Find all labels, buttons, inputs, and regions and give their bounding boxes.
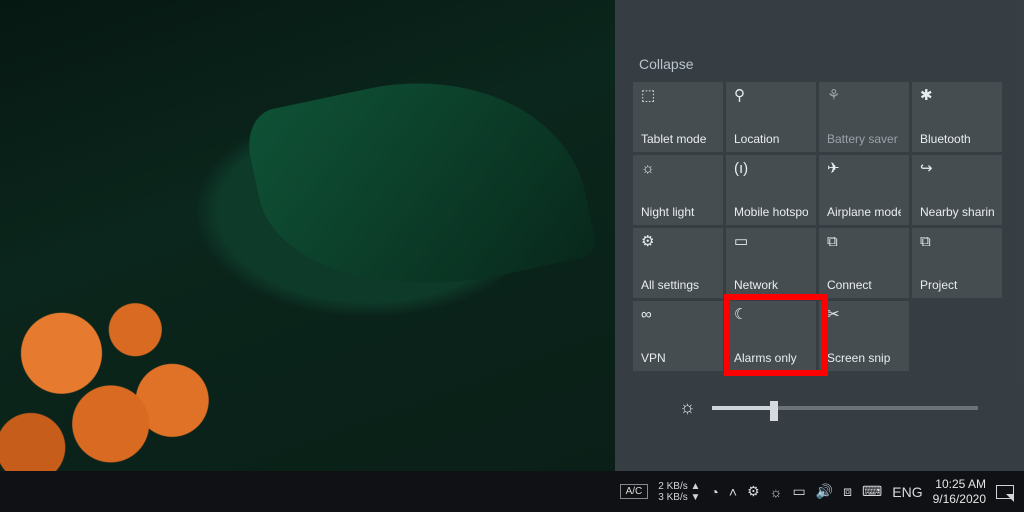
tile-label: Project [920,278,994,292]
tile-label: Tablet mode [641,132,715,146]
tile-network[interactable]: ▭ Network [726,228,816,298]
tile-nearby-sharing[interactable]: ↪ Nearby sharing [912,155,1002,225]
tile-label: Network [734,278,808,292]
net-down: 3 KB/s ▼ [658,492,700,503]
tile-label: Screen snip [827,351,901,365]
tile-label: Battery saver [827,132,901,146]
gear-icon: ⚙ [641,234,715,249]
tray-pie-icon[interactable]: ◔ [710,484,718,500]
action-center-button[interactable] [996,485,1014,499]
tray-wifi-icon[interactable]: ⚙ [747,483,760,500]
share-icon: ↪ [920,161,994,176]
moon-icon: ☾ [734,307,808,322]
tile-airplane-mode[interactable]: ✈ Airplane mode [819,155,909,225]
snip-icon: ✂ [827,307,901,322]
hotspot-icon: (ı) [734,161,808,176]
language-indicator[interactable]: ENG [892,484,922,500]
bluetooth-icon: ✱ [920,88,994,103]
tile-label: Bluetooth [920,132,994,146]
tile-screen-snip[interactable]: ✂ Screen snip [819,301,909,371]
tray-chevron-up-icon[interactable]: ˄ [729,484,737,500]
tile-bluetooth[interactable]: ✱ Bluetooth [912,82,1002,152]
tile-project[interactable]: ⧉ Project [912,228,1002,298]
clock-time: 10:25 AM [933,477,986,491]
tile-all-settings[interactable]: ⚙ All settings [633,228,723,298]
brightness-icon: ☼ [679,397,696,418]
tile-connect[interactable]: ⧉ Connect [819,228,909,298]
slider-fill [712,406,771,410]
tile-label: VPN [641,351,715,365]
screen: Collapse ⬚ Tablet mode ⚲ Location ⚘ Batt… [0,0,1024,512]
taskbar: A/C 2 KB/s ▲ 3 KB/s ▼ ◔ ˄ ⚙ ☼ ▭ 🔊 ⧈ ⌨ EN… [0,471,1024,512]
network-meter[interactable]: 2 KB/s ▲ 3 KB/s ▼ [658,481,700,503]
tile-label: Connect [827,278,901,292]
taskbar-right: A/C 2 KB/s ▲ 3 KB/s ▼ ◔ ˄ ⚙ ☼ ▭ 🔊 ⧈ ⌨ EN… [620,477,1024,506]
tile-mobile-hotspot[interactable]: (ı) Mobile hotspot [726,155,816,225]
quick-actions-grid: ⬚ Tablet mode ⚲ Location ⚘ Battery saver… [633,82,1006,371]
tile-label: Airplane mode [827,205,901,219]
vpn-icon: ∞ [641,307,715,322]
tile-label: All settings [641,278,715,292]
net-up: 2 KB/s ▲ [658,481,700,492]
collapse-link[interactable]: Collapse [639,56,693,72]
tile-tablet-mode[interactable]: ⬚ Tablet mode [633,82,723,152]
tile-focus-assist[interactable]: ☾ Alarms only [726,301,816,371]
tray-brightness-icon[interactable]: ☼ [770,484,783,500]
brightness-row: ☼ [633,397,1006,418]
desktop-wallpaper [0,0,615,471]
brightness-slider[interactable] [712,406,979,410]
leaf-icon: ⚘ [827,88,901,103]
tile-label: Location [734,132,808,146]
tray-keyboard-icon[interactable]: ⌨ [862,483,882,500]
network-icon: ▭ [734,234,808,249]
project-icon: ⧉ [920,234,994,249]
tile-battery-saver[interactable]: ⚘ Battery saver [819,82,909,152]
tile-night-light[interactable]: ☼ Night light [633,155,723,225]
tile-label: Nearby sharing [920,205,994,219]
clock[interactable]: 10:25 AM 9/16/2020 [933,477,986,506]
tray-volume-icon[interactable]: 🔊 [816,483,833,500]
tray-dropbox-icon[interactable]: ⧈ [843,483,852,500]
sun-icon: ☼ [641,161,715,176]
tray-battery-icon[interactable]: ▭ [792,483,805,500]
connect-icon: ⧉ [827,234,901,249]
tablet-icon: ⬚ [641,88,715,103]
clock-date: 9/16/2020 [933,492,986,506]
action-center-panel: Collapse ⬚ Tablet mode ⚲ Location ⚘ Batt… [615,0,1024,471]
slider-thumb[interactable] [770,401,778,421]
location-icon: ⚲ [734,88,808,103]
tile-vpn[interactable]: ∞ VPN [633,301,723,371]
tile-location[interactable]: ⚲ Location [726,82,816,152]
power-indicator[interactable]: A/C [620,484,649,499]
tile-label: Night light [641,205,715,219]
airplane-icon: ✈ [827,161,901,176]
tile-label: Alarms only [734,351,808,365]
tile-label: Mobile hotspot [734,205,808,219]
